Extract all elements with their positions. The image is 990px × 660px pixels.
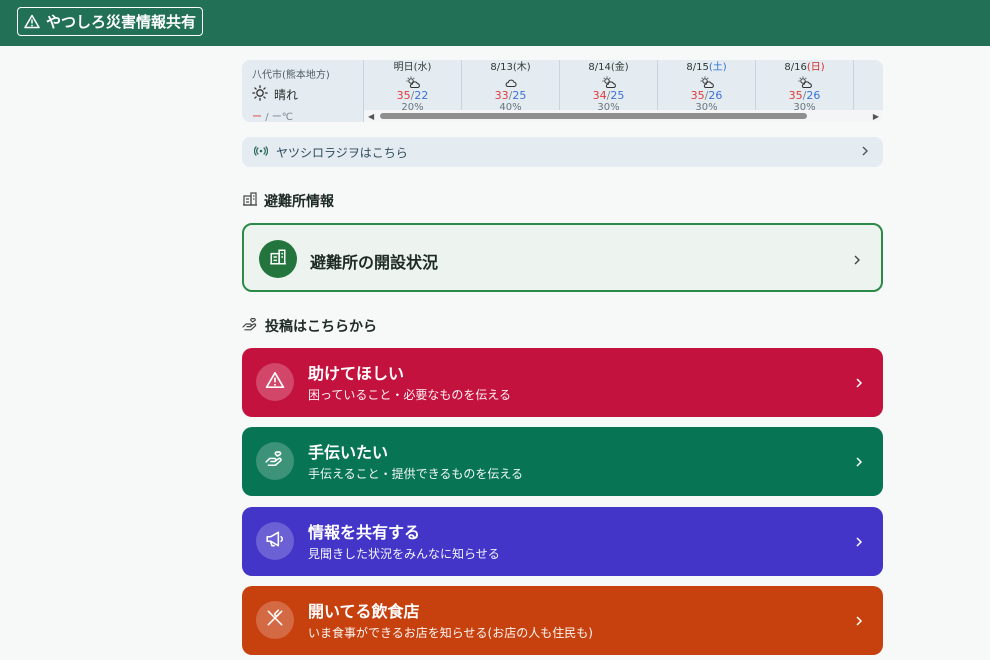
forecast-day: 8/13(木) 33/25 40% [462, 60, 560, 113]
forecast-day: 明日(水) 35/22 20% [364, 60, 462, 113]
utensils-icon [265, 608, 285, 632]
chevron-right-icon [855, 612, 863, 631]
shelter-section-title: 避難所情報 [264, 194, 334, 210]
offer-help-title: 手伝いたい [308, 443, 389, 462]
forecast-dow: (木) [512, 62, 531, 73]
chevron-right-icon [855, 533, 863, 552]
forecast-low: 26 [708, 89, 723, 102]
today-temp-sep: / [265, 112, 269, 122]
forecast-low: 26 [806, 89, 821, 102]
forecast-low: 25 [512, 89, 527, 102]
forecast-date: 明日 [393, 62, 414, 73]
building-icon [269, 248, 287, 270]
open-restaurants-subtitle: いま食事ができるお店を知らせる(お店の人も住民も) [308, 626, 593, 640]
shelter-status-title: 避難所の開設状況 [310, 253, 439, 272]
scroll-left-arrow-icon[interactable]: ◀ [368, 112, 374, 121]
weather-condition-text: 晴れ [274, 88, 299, 102]
sun-cloud-icon [658, 75, 755, 89]
broadcast-icon [253, 145, 269, 159]
forecast-dow: (土) [708, 62, 727, 73]
forecast-day: 8/15(土) 35/26 30% [658, 60, 756, 113]
sun-cloud-icon [560, 75, 657, 89]
forecast-date: 8/14 [588, 62, 611, 73]
share-info-button[interactable]: 情報を共有する 見聞きした状況をみんなに知らせる [242, 507, 883, 576]
sun-icon [252, 85, 268, 104]
card-icon-badge [256, 601, 294, 639]
post-section-heading: 投稿はこちらから [242, 316, 377, 336]
building-icon [242, 191, 258, 211]
forecast-day: 8/16(日) 35/26 30% [756, 60, 854, 113]
forecast-high: 35 [788, 89, 803, 102]
forecast-date: 8/15 [686, 62, 709, 73]
megaphone-icon [265, 530, 285, 552]
offer-help-subtitle: 手伝えること・提供できるものを伝える [308, 467, 524, 481]
forecast-dow: (金) [610, 62, 629, 73]
helping-hand-icon [242, 317, 259, 336]
site-logo-link[interactable]: やつしろ災害情報共有 [17, 7, 204, 36]
open-restaurants-title: 開いてる飲食店 [308, 602, 420, 621]
weather-today: 八代市(熊本地方) 晴れ ー / ー℃ [242, 60, 364, 122]
forecast-high: 33 [494, 89, 509, 102]
today-low: ー℃ [271, 112, 293, 122]
site-title: やつしろ災害情報共有 [46, 13, 197, 31]
forecast-high: 35 [690, 89, 705, 102]
card-icon-badge [256, 522, 294, 560]
chevron-right-icon [855, 374, 863, 393]
card-icon-badge [256, 363, 294, 401]
sun-cloud-icon [364, 75, 461, 89]
share-info-title: 情報を共有する [308, 523, 421, 542]
forecast-date: 8/13 [490, 62, 513, 73]
radio-link[interactable]: ヤツシロラジヲはこちら [242, 137, 883, 167]
sun-cloud-icon [756, 75, 853, 89]
helping-hand-icon [265, 450, 285, 472]
shelter-icon-badge [259, 240, 297, 278]
need-help-button[interactable]: 助けてほしい 困っていること・必要なものを伝える [242, 348, 883, 417]
forecast-list: 明日(水) 35/22 20% 8/13(木) 33/25 40% 8/14(金… [364, 60, 854, 113]
weather-widget: 八代市(熊本地方) 晴れ ー / ー℃ 明日(水) 35/22 20% 8/13… [242, 60, 883, 122]
forecast-day: 8/14(金) 34/25 30% [560, 60, 658, 113]
forecast-low: 22 [414, 89, 429, 102]
chevron-right-icon [861, 145, 869, 160]
open-restaurants-button[interactable]: 開いてる飲食店 いま食事ができるお店を知らせる(お店の人も住民も) [242, 586, 883, 655]
forecast-high: 34 [592, 89, 607, 102]
need-help-subtitle: 困っていること・必要なものを伝える [308, 388, 512, 402]
weather-today-temp: ー / ー℃ [252, 108, 363, 122]
warning-triangle-icon [265, 371, 285, 393]
forecast-high: 35 [396, 89, 411, 102]
card-icon-badge [256, 442, 294, 480]
shelter-status-button[interactable]: 避難所の開設状況 [242, 223, 883, 292]
forecast-dow: (水) [413, 62, 432, 73]
forecast-scrollbar[interactable]: ◀ ▶ [364, 110, 883, 122]
forecast-low: 25 [610, 89, 625, 102]
scroll-right-arrow-icon[interactable]: ▶ [873, 112, 879, 121]
weather-city: 八代市(熊本地方) [252, 70, 330, 81]
radio-link-label: ヤツシロラジヲはこちら [276, 145, 408, 160]
cloud-icon [462, 75, 559, 89]
need-help-title: 助けてほしい [308, 364, 405, 383]
forecast-dow: (日) [806, 62, 825, 73]
top-bar: やつしろ災害情報共有 [0, 0, 990, 46]
chevron-right-icon [853, 251, 861, 270]
warning-triangle-icon [24, 14, 40, 29]
share-info-subtitle: 見聞きした状況をみんなに知らせる [308, 547, 500, 561]
shelter-section-heading: 避難所情報 [242, 191, 334, 211]
offer-help-button[interactable]: 手伝いたい 手伝えること・提供できるものを伝える [242, 427, 883, 496]
today-high: ー [252, 112, 262, 122]
chevron-right-icon [855, 453, 863, 472]
weather-condition: 晴れ [252, 85, 363, 104]
scroll-thumb[interactable] [380, 113, 807, 119]
post-section-title: 投稿はこちらから [265, 319, 377, 335]
forecast-date: 8/16 [784, 62, 807, 73]
